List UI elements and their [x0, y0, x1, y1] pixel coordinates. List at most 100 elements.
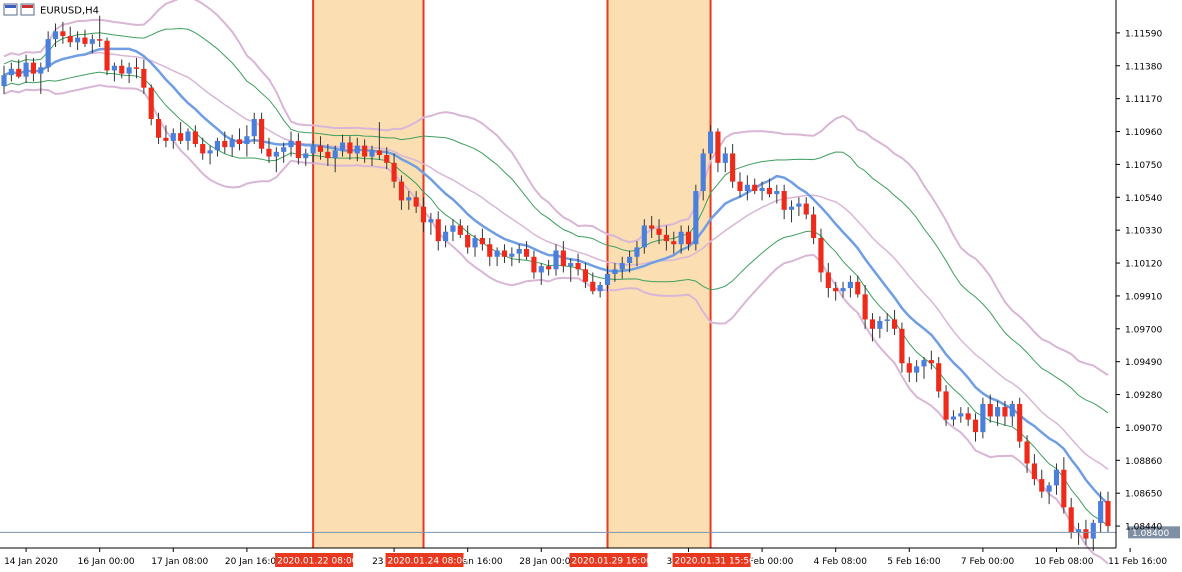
candle-body: [1002, 407, 1008, 417]
candle-body: [457, 225, 463, 235]
candle-body: [494, 250, 500, 257]
candle-body: [987, 403, 993, 417]
candle-body: [1039, 479, 1045, 492]
candle-body: [406, 197, 412, 201]
candle-body: [531, 256, 537, 273]
candle-body: [30, 62, 37, 74]
candle-body: [722, 153, 728, 163]
candle-body: [310, 145, 316, 154]
candle-body: [236, 139, 243, 145]
candle-body: [980, 403, 986, 433]
candle-body: [443, 231, 449, 242]
candle-body: [501, 250, 508, 257]
y-tick-label: 1.11170: [1125, 95, 1162, 105]
candle-body: [656, 228, 662, 235]
candle-body: [89, 39, 95, 44]
candle-body: [796, 203, 802, 207]
candle-body: [840, 288, 846, 292]
candle-body: [766, 187, 773, 195]
candle-body: [715, 131, 721, 163]
candle-body: [928, 360, 934, 364]
x-tick-label: 20 Jan 16:00: [225, 557, 282, 567]
candle-body: [995, 407, 1001, 417]
bb-lower-inner-line: [3, 71, 1109, 527]
x-tick-label: 5 Feb 16:00: [887, 557, 941, 567]
candle-body: [582, 269, 589, 282]
candle-body: [119, 65, 125, 74]
candle-body: [391, 162, 397, 182]
candle-body: [972, 419, 979, 433]
candle-body: [214, 140, 221, 151]
candle-body: [891, 319, 898, 329]
y-tick-label: 1.08860: [1125, 457, 1162, 467]
candle-body: [862, 294, 868, 320]
candle-body: [546, 266, 552, 270]
candle-body: [1105, 501, 1111, 527]
candle-body: [781, 191, 787, 210]
candle-body: [899, 328, 905, 364]
candle-body: [825, 272, 831, 289]
candle-body: [1090, 522, 1096, 539]
candle-body: [943, 391, 949, 420]
candle-body: [1017, 403, 1023, 442]
candle-body: [487, 244, 493, 257]
candle-body: [229, 139, 235, 148]
chart-area[interactable]: 1.08400 1.11590 1.11380 1.11170 1.10960 1.107…: [0, 0, 1182, 572]
x-tick-label: 17 Jan 08:00: [151, 557, 208, 567]
y-tick-label: 1.10960: [1125, 128, 1162, 138]
candle-body: [707, 131, 714, 154]
candle-body: [16, 68, 22, 77]
candle-body: [133, 67, 140, 69]
candle-body: [1068, 507, 1074, 533]
candle-body: [575, 263, 581, 270]
candle-body: [803, 203, 809, 215]
candle-body: [369, 150, 375, 157]
x-tick-label: 28 Jan 00:00: [519, 557, 576, 567]
candle-body: [590, 281, 596, 292]
y-tick-label: 1.11380: [1125, 62, 1162, 72]
bb-upper-inner-line: [3, 27, 1109, 414]
candle-body: [516, 248, 522, 254]
candle-body: [317, 145, 324, 152]
chart-window-icon-bar: [22, 5, 33, 8]
candle-body: [398, 181, 405, 201]
candle-body: [332, 150, 338, 159]
candle-body: [1053, 469, 1060, 486]
candle-body: [671, 241, 677, 245]
candle-body: [523, 248, 530, 257]
y-tick-label: 1.09910: [1125, 292, 1162, 302]
candle-body: [914, 366, 920, 373]
candle-body: [663, 234, 669, 242]
candle-body: [82, 37, 88, 44]
candle-body: [759, 187, 765, 192]
candle-body: [612, 269, 618, 274]
candle-body: [8, 68, 14, 76]
candle-body: [60, 31, 66, 37]
candle-body: [479, 237, 485, 245]
candle-body: [641, 225, 647, 248]
y-tick-label: 1.10120: [1125, 260, 1162, 270]
candle-body: [1, 75, 7, 87]
candle-body: [649, 225, 655, 229]
candle-body: [38, 67, 44, 74]
candle-body: [604, 274, 611, 285]
candle-body: [818, 237, 824, 273]
candle-body: [384, 155, 390, 163]
candle-body: [435, 219, 441, 242]
y-tick-label: 1.09490: [1125, 358, 1162, 368]
bb-upper-outer-line: [3, 0, 1109, 376]
candle-body: [52, 31, 59, 40]
candle-body: [303, 153, 309, 159]
candle-body: [685, 231, 692, 245]
candle-body: [884, 319, 890, 321]
candle-body: [251, 118, 257, 137]
candle-body: [170, 133, 176, 141]
x-tick-label: 11 Feb 16:00: [1108, 557, 1167, 567]
candle-body: [869, 319, 876, 329]
symbol-label: EURUSD,H4: [40, 6, 99, 17]
zone-date-label: 2020.01.24 08:00: [388, 557, 469, 567]
candle-body: [693, 191, 699, 245]
candle-body: [67, 36, 73, 43]
chart-svg: 1.084001.115901.113801.111701.109601.107…: [0, 0, 1182, 567]
candle-body: [281, 147, 287, 152]
